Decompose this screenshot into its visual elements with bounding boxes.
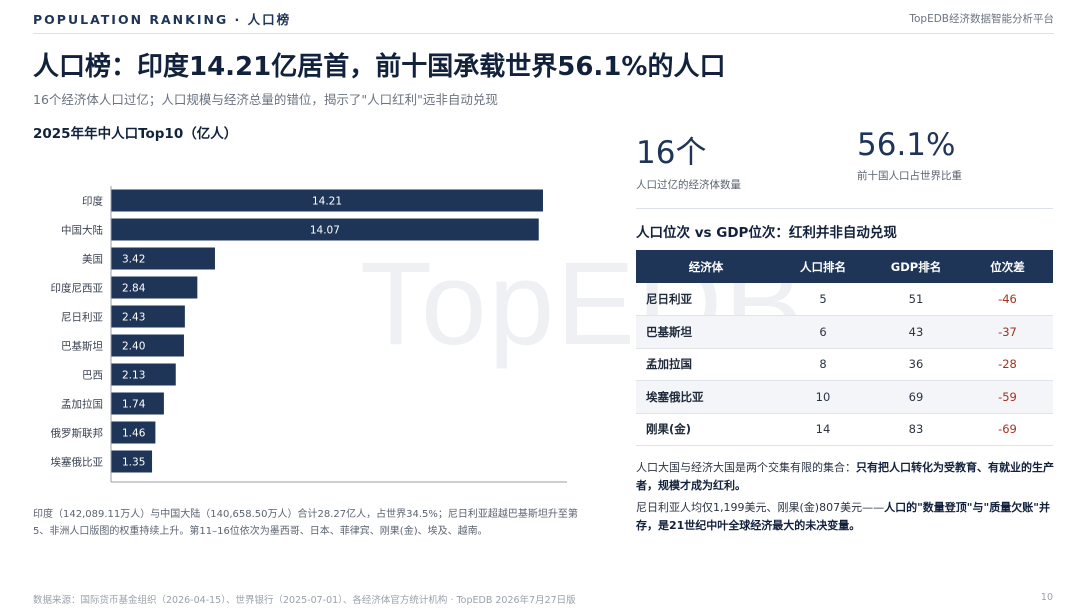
rank-comparison-table: 经济体 人口排名 GDP排名 位次差 尼日利亚 5 51 -46 巴基斯坦 6 … [636,250,1053,446]
value-label: 1.74 [122,399,146,411]
population-rank: 10 [776,380,870,414]
stat-value: 56.1% [857,127,956,163]
table-header-row: 经济体 人口排名 GDP排名 位次差 [636,250,1053,283]
insight-paragraph: 尼日利亚人均仅1,199美元、刚果(金)807美元——人口的"数量登顶"与"质量… [636,499,1056,535]
category-label: 巴西 [82,370,103,382]
category-label: 中国大陆 [61,224,103,237]
table-row: 孟加拉国 8 36 -28 [636,348,1053,381]
economy-name: 刚果(金) [636,413,776,446]
table-row: 尼日利亚 5 51 -46 [636,283,1053,316]
chart-note: 印度（142,089.11万人）与中国大陆（140,658.50万人）合计28.… [33,509,578,537]
value-label: 3.42 [122,254,145,266]
stat-block-share: 56.1% 前十国人口占世界比重 [857,127,962,183]
rank-gap: -59 [962,380,1053,414]
stat-label: 前十国人口占世界比重 [857,170,962,182]
value-label: 1.35 [122,457,145,469]
value-label: 2.43 [122,312,145,324]
insight-plain: 尼日利亚人均仅1,199美元、刚果(金)807美元—— [636,501,885,514]
category-label: 印度 [82,195,103,208]
economy-name: 埃塞俄比亚 [636,380,776,414]
data-source: 数据来源：国际货币基金组织（2026-04-15）、世界银行（2025-07-0… [33,595,576,606]
gdp-rank: 83 [870,413,962,446]
header-divider [33,33,1054,34]
category-label: 孟加拉国 [61,398,103,411]
platform-name: TopEDB经济数据智能分析平台 [909,13,1054,25]
category-label: 埃塞俄比亚 [51,456,104,469]
rank-gap: -46 [962,283,1053,316]
stat-label: 人口过亿的经济体数量 [636,179,741,191]
stat-block-countries: 16个 人口过亿的经济体数量 [636,127,741,192]
page-number: 10 [1040,592,1053,603]
value-label: 14.07 [310,225,340,237]
insight-plain: 人口大国与经济大国是两个交集有限的集合： [636,461,856,474]
stat-value: 16个 [636,135,707,171]
rank-gap: -28 [962,348,1053,381]
population-bar-chart: 印度 14.21 中国大陆 14.07 美国 3.42 印度尼西亚 2.84 尼日利亚 2.43 巴… [51,186,567,483]
value-label: 2.40 [122,341,145,353]
population-rank: 5 [776,283,870,316]
population-rank: 6 [776,315,870,349]
rank-gap: -37 [962,315,1053,349]
category-label: 印度尼西亚 [51,282,104,295]
category-label: 尼日利亚 [61,312,103,324]
rank-gap: -69 [962,413,1053,446]
stats-divider [636,208,1053,209]
chart-title: 2025年年中人口Top10（亿人） [33,126,238,142]
table-row: 巴基斯坦 6 43 -37 [636,315,1053,349]
population-rank: 14 [776,413,870,446]
gdp-rank: 43 [870,315,962,349]
gdp-rank: 36 [870,348,962,381]
page-subtitle: 16个经济体人口过亿；人口规模与经济总量的错位，揭示了"人口红利"远非自动兑现 [33,92,498,107]
value-label: 2.13 [122,370,145,382]
table-row: 埃塞俄比亚 10 69 -59 [636,380,1053,414]
gdp-rank: 69 [870,380,962,414]
page-title: 人口榜：印度14.21亿居首，前十国承载世界56.1%的人口 [33,52,726,82]
economy-name: 尼日利亚 [636,283,776,316]
column-header: 人口排名 [776,250,870,283]
economy-name: 巴基斯坦 [636,315,776,349]
table-row: 刚果(金) 14 83 -69 [636,413,1053,446]
insight-text: 人口大国与经济大国是两个交集有限的集合：只有把人口转化为受教育、有就业的生产者，… [636,459,1056,539]
column-header: 经济体 [636,250,776,283]
category-label: 巴基斯坦 [61,340,103,353]
column-header: 位次差 [962,250,1053,283]
insight-paragraph: 人口大国与经济大国是两个交集有限的集合：只有把人口转化为受教育、有就业的生产者，… [636,459,1056,495]
table-title: 人口位次 vs GDP位次：红利并非自动兑现 [636,225,897,241]
value-label: 2.84 [122,283,146,295]
economy-name: 孟加拉国 [636,348,776,381]
gdp-rank: 51 [870,283,962,316]
column-header: GDP排名 [870,250,962,283]
category-label: 美国 [82,253,103,266]
section-label: POPULATION RANKING · 人口榜 [33,12,292,27]
value-label: 14.21 [312,196,342,208]
value-label: 1.46 [122,428,146,440]
category-label: 俄罗斯联邦 [51,427,104,440]
population-rank: 8 [776,348,870,381]
